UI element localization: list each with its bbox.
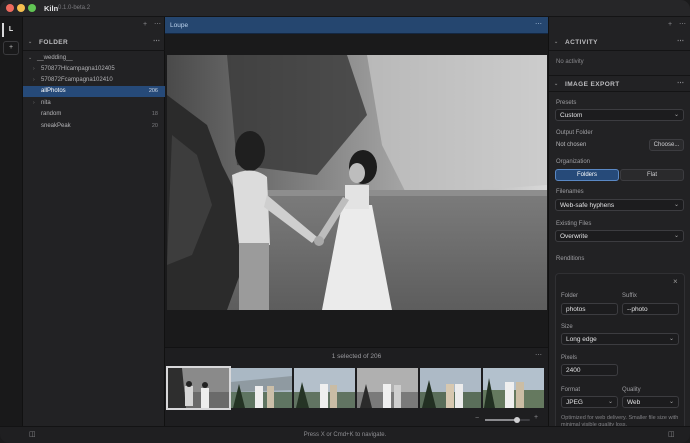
organization-label: Organization bbox=[556, 159, 591, 165]
panel-more-icon[interactable]: ⋯ bbox=[154, 20, 161, 28]
folder-root[interactable]: ⌄ __wedding__ bbox=[23, 53, 165, 64]
rendition-quality-label: Quality bbox=[622, 387, 641, 393]
chevron-down-icon: ⌄ bbox=[673, 202, 679, 208]
add-library-button[interactable]: + bbox=[3, 41, 19, 55]
output-folder-value: Not chosen bbox=[556, 142, 587, 148]
chevron-down-icon: ⌄ bbox=[673, 233, 679, 239]
folder-item[interactable]: › 570872Fcampagna102410 bbox=[23, 75, 165, 86]
navigation-hint: Press X or Cmd+K to navigate. bbox=[303, 432, 387, 438]
chevron-down-icon: ⌄ bbox=[607, 399, 613, 405]
folder-count: 206 bbox=[148, 88, 158, 94]
zoom-slider-thumb[interactable] bbox=[514, 417, 521, 423]
zoom-slider-track[interactable] bbox=[485, 417, 530, 423]
filenames-select[interactable]: Web-safe hyphens ⌄ bbox=[555, 199, 684, 211]
chevron-down-icon: ⌄ bbox=[668, 336, 674, 342]
left-rail: L + ⚙ bbox=[0, 17, 23, 435]
export-section-header[interactable]: ⌄ IMAGE EXPORT ⋯ bbox=[549, 75, 690, 92]
folder-item[interactable]: › nita bbox=[23, 98, 165, 109]
panel-more-icon[interactable]: ⋯ bbox=[679, 20, 686, 28]
status-bar: ◫ Press X or Cmd+K to navigate. ◫ bbox=[0, 426, 690, 443]
inspector-panel: + ⋯ ⌄ ACTIVITY ⋯ No activity ⌄ IMAGE EXP… bbox=[548, 17, 690, 427]
chevron-down-icon: ⌄ bbox=[554, 39, 559, 45]
folder-panel: + ⋯ ⌄ FOLDER ⋯ ⌄ __wedding__ › 570877Hlc… bbox=[23, 17, 165, 426]
zoom-window-button[interactable] bbox=[28, 4, 36, 12]
folder-item-selected[interactable]: allPhotos 206 bbox=[23, 86, 165, 97]
renditions-label: Renditions bbox=[556, 256, 585, 262]
activity-more-icon[interactable]: ⋯ bbox=[677, 37, 684, 45]
existing-files-label: Existing Files bbox=[556, 221, 592, 227]
close-icon[interactable]: × bbox=[673, 277, 678, 286]
rendition-card: × Folder Suffix photos --photo Size Long… bbox=[555, 273, 685, 427]
chevron-down-icon: ⌄ bbox=[668, 399, 674, 405]
chevron-down-icon: ⌄ bbox=[28, 39, 33, 45]
couple-photo-image bbox=[167, 55, 547, 310]
selection-count: 1 selected of 206 bbox=[331, 353, 382, 360]
tab-loupe[interactable]: Loupe bbox=[170, 22, 188, 29]
existing-files-select[interactable]: Overwrite ⌄ bbox=[555, 230, 684, 242]
app-version: 0.1.0-beta.2 bbox=[58, 5, 91, 11]
rendition-folder-label: Folder bbox=[561, 293, 579, 299]
chevron-right-icon: › bbox=[33, 100, 35, 106]
chevron-down-icon: ⌄ bbox=[673, 112, 679, 118]
chevron-right-icon: › bbox=[33, 66, 35, 72]
chevron-down-icon: ⌄ bbox=[554, 81, 559, 87]
thumbnail[interactable] bbox=[294, 368, 355, 408]
folder-item[interactable]: › 570877Hlcampagna102405 bbox=[23, 64, 165, 75]
loupe-tab-bar: Loupe ⋯ bbox=[165, 17, 548, 34]
panel-add-icon[interactable]: + bbox=[668, 21, 672, 28]
filmstrip: 1 selected of 206 ⋯ − + bbox=[165, 347, 548, 426]
loupe-view: Loupe ⋯ 1 selected of 206 ⋯ − + bbox=[165, 17, 548, 426]
filenames-label: Filenames bbox=[556, 189, 584, 195]
thumbnail[interactable] bbox=[483, 368, 544, 408]
choose-folder-button[interactable]: Choose... bbox=[649, 139, 684, 151]
main-photo[interactable] bbox=[167, 55, 547, 310]
rendition-size-label: Size bbox=[561, 324, 573, 330]
zoom-in-icon[interactable]: + bbox=[534, 414, 538, 421]
thumbnail[interactable] bbox=[357, 368, 418, 408]
organization-folders-button[interactable]: Folders bbox=[555, 169, 619, 181]
output-folder-label: Output Folder bbox=[556, 130, 593, 136]
rendition-pixels-input[interactable]: 2400 bbox=[561, 364, 618, 376]
filmstrip-more-icon[interactable]: ⋯ bbox=[535, 351, 542, 359]
thumbnail-selected[interactable] bbox=[166, 366, 231, 410]
folder-item[interactable]: sneakPeak 20 bbox=[23, 121, 165, 132]
presets-select[interactable]: Custom ⌄ bbox=[555, 109, 684, 121]
activity-empty-text: No activity bbox=[556, 59, 584, 65]
folder-more-icon[interactable]: ⋯ bbox=[153, 37, 160, 45]
minimize-window-button[interactable] bbox=[17, 4, 25, 12]
folder-count: 20 bbox=[151, 123, 158, 129]
rendition-quality-select[interactable]: Web ⌄ bbox=[622, 396, 679, 408]
rendition-pixels-label: Pixels bbox=[561, 355, 578, 361]
rendition-format-select[interactable]: JPEG ⌄ bbox=[561, 396, 618, 408]
thumbnail[interactable] bbox=[231, 368, 292, 408]
folder-count: 18 bbox=[151, 111, 158, 117]
panel-add-icon[interactable]: + bbox=[143, 21, 147, 28]
loupe-more-icon[interactable]: ⋯ bbox=[535, 20, 542, 28]
chevron-right-icon: › bbox=[33, 77, 35, 83]
folder-item[interactable]: random 18 bbox=[23, 109, 165, 120]
rendition-suffix-input[interactable]: --photo bbox=[622, 303, 679, 315]
thumbnail[interactable] bbox=[420, 368, 481, 408]
presets-label: Presets bbox=[556, 100, 577, 106]
activity-section-header[interactable]: ⌄ ACTIVITY ⋯ bbox=[549, 34, 690, 51]
rendition-size-select[interactable]: Long edge ⌄ bbox=[561, 333, 679, 345]
export-more-icon[interactable]: ⋯ bbox=[677, 79, 684, 87]
toggle-inspector-icon[interactable]: ◫ bbox=[668, 430, 675, 438]
folder-section-title: FOLDER bbox=[39, 39, 69, 46]
zoom-out-icon[interactable]: − bbox=[475, 415, 479, 422]
rendition-suffix-label: Suffix bbox=[622, 293, 637, 299]
chevron-down-icon: ⌄ bbox=[28, 55, 33, 61]
app-window: Kiln 0.1.0-beta.2 L + ⚙ + ⋯ ⌄ FOLDER ⋯ ⌄… bbox=[0, 0, 690, 443]
folder-section-header[interactable]: ⌄ FOLDER ⋯ bbox=[23, 34, 165, 51]
close-window-button[interactable] bbox=[6, 4, 14, 12]
title-bar: Kiln 0.1.0-beta.2 bbox=[0, 0, 690, 17]
app-title: Kiln bbox=[44, 4, 59, 13]
library-mode-button[interactable]: L bbox=[3, 23, 19, 37]
rendition-format-label: Format bbox=[561, 387, 581, 393]
organization-flat-button[interactable]: Flat bbox=[620, 169, 684, 181]
rendition-folder-input[interactable]: photos bbox=[561, 303, 618, 315]
